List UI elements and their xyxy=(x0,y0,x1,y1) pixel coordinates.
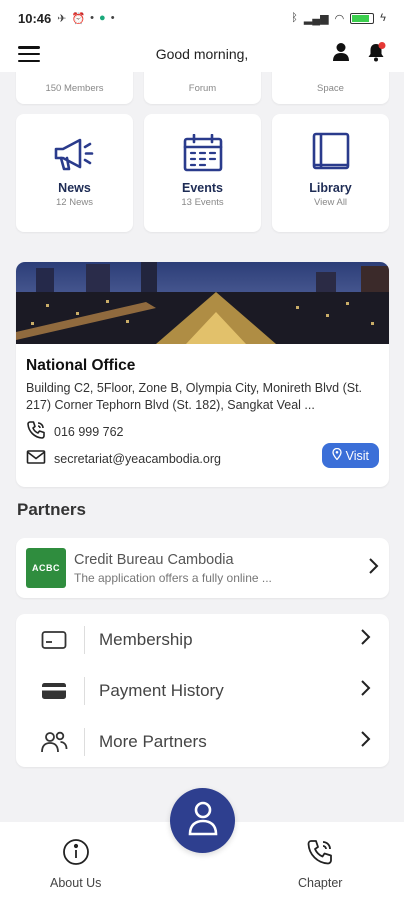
card-icon xyxy=(40,630,68,650)
space-tile[interactable]: Space xyxy=(272,72,389,104)
office-title: National Office xyxy=(26,357,136,374)
library-label: Library xyxy=(309,181,352,195)
nav-chapter[interactable]: Chapter xyxy=(298,838,342,890)
partner-name: Credit Bureau Cambodia xyxy=(74,551,234,568)
library-tile[interactable]: Library View All xyxy=(272,114,389,232)
chevron-right-icon xyxy=(359,679,371,702)
chapter-label: Chapter xyxy=(298,876,343,890)
more-partners-label: More Partners xyxy=(99,731,207,751)
events-tile[interactable]: Events 13 Events xyxy=(144,114,261,232)
forum-tile[interactable]: Forum xyxy=(144,72,261,104)
visit-button[interactable]: Visit xyxy=(321,443,379,468)
events-count: 13 Events xyxy=(181,197,224,208)
dot-icon: • xyxy=(110,12,115,24)
office-email[interactable]: secretariat@yeacambodia.org xyxy=(54,452,221,466)
phone-call-icon xyxy=(306,838,334,871)
membership-label: Membership xyxy=(99,629,193,649)
national-office-card[interactable]: National Office Building C2, 5Floor, Zon… xyxy=(16,262,389,487)
info-icon xyxy=(62,838,90,871)
news-tile[interactable]: News 12 News xyxy=(16,114,133,232)
events-label: Events xyxy=(182,181,223,195)
status-bar: 10:46 ✈ ⏰ • ● • ᛒ ▂▄▆ ◠ ϟ xyxy=(0,0,404,36)
payment-history-label: Payment History xyxy=(99,680,224,700)
quick-links-row: News 12 News Events 13 Events Library Vi… xyxy=(16,114,389,232)
bluetooth-icon: ᛒ xyxy=(291,12,298,24)
app-bar: Good morning, xyxy=(0,36,404,72)
news-count: 12 News xyxy=(56,197,93,208)
quick-links-top-row: 150 Members Forum Space xyxy=(16,72,389,104)
chevron-right-icon xyxy=(359,730,371,753)
partner-item[interactable]: ACBC Credit Bureau Cambodia The applicat… xyxy=(16,538,389,598)
user-icon xyxy=(187,800,219,841)
menu-item-membership[interactable]: Membership xyxy=(16,614,389,665)
library-view-all: View All xyxy=(313,197,348,208)
book-icon xyxy=(311,132,351,181)
visit-label: Visit xyxy=(345,448,369,463)
signal-icon: ▂▄▆ xyxy=(303,12,329,25)
phone-icon xyxy=(26,420,46,443)
app-notification-icon: ● xyxy=(99,12,106,24)
chevron-right-icon xyxy=(367,557,379,580)
payment-card-icon xyxy=(40,681,68,701)
charging-icon: ϟ xyxy=(380,12,386,24)
profile-fab-button[interactable] xyxy=(170,788,235,853)
office-address: Building C2, 5Floor, Zone B, Olympia Cit… xyxy=(26,381,363,412)
email-icon xyxy=(26,449,46,468)
hamburger-menu-icon[interactable] xyxy=(18,46,40,62)
location-pin-icon xyxy=(331,447,342,463)
partner-description: The application offers a fully online ..… xyxy=(74,570,272,585)
status-notification-icons: ✈ ⏰ • ● • xyxy=(57,12,114,25)
main-content[interactable]: 150 Members Forum Space News 12 News Eve… xyxy=(0,72,404,822)
chevron-right-icon xyxy=(359,628,371,651)
profile-icon[interactable] xyxy=(332,42,350,67)
notification-bell-icon[interactable] xyxy=(366,41,386,67)
wifi-icon: ◠ xyxy=(334,12,345,25)
office-phone-row[interactable]: 016 999 762 xyxy=(26,420,379,443)
office-phone[interactable]: 016 999 762 xyxy=(54,425,124,439)
battery-icon xyxy=(350,12,375,24)
no-disturb-icon: ✈ xyxy=(57,12,67,25)
people-icon xyxy=(40,730,68,754)
alarm-icon: ⏰ xyxy=(71,12,86,25)
megaphone-icon xyxy=(53,136,97,181)
menu-item-payment-history[interactable]: Payment History xyxy=(16,665,389,716)
partners-heading: Partners xyxy=(17,500,86,519)
status-system-icons: ᛒ ▂▄▆ ◠ ϟ xyxy=(291,12,386,25)
news-label: News xyxy=(58,181,91,195)
nav-about-us[interactable]: About Us xyxy=(50,838,101,890)
about-us-label: About Us xyxy=(50,876,102,890)
office-city-photo xyxy=(16,262,389,344)
dot-icon: • xyxy=(90,12,95,24)
calendar-icon xyxy=(183,133,223,181)
status-time: 10:46 xyxy=(18,10,52,26)
account-menu: Membership Payment History More Partners xyxy=(16,614,389,767)
partner-logo: ACBC xyxy=(26,548,66,588)
members-tile[interactable]: 150 Members xyxy=(16,72,133,104)
menu-item-more-partners[interactable]: More Partners xyxy=(16,716,389,767)
